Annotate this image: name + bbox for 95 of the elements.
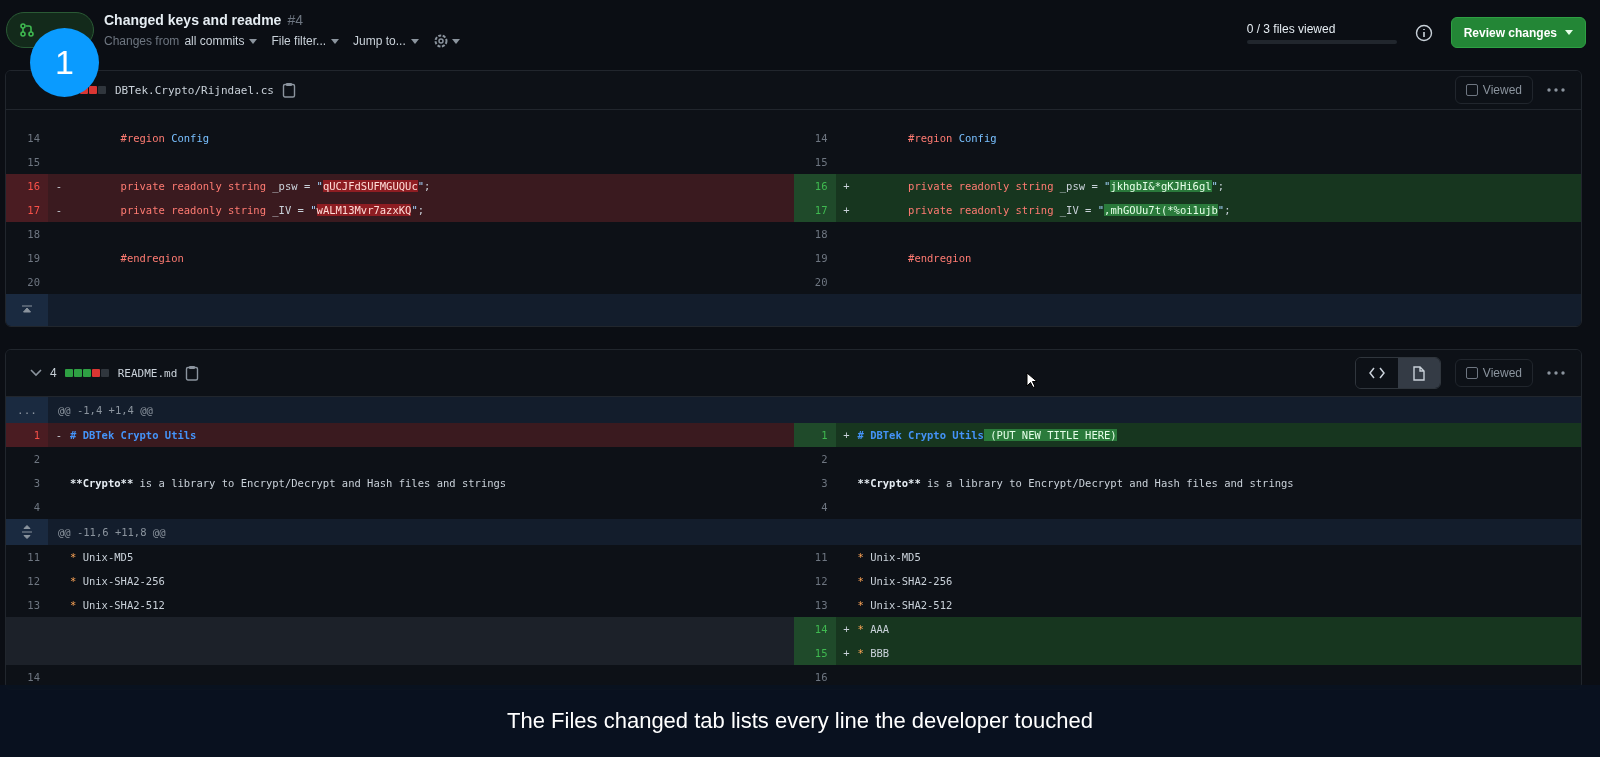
diff-marker: - (55, 180, 63, 192)
line-number: 3 (820, 476, 829, 491)
code-icon (1368, 367, 1385, 379)
code-line: #region Config (119, 132, 210, 144)
diffstat-icon (64, 369, 110, 377)
code-line: * Unix-SHA2-256 (857, 575, 953, 587)
file-filter-dropdown[interactable]: File filter... (271, 34, 340, 48)
line-number: 20 (26, 275, 41, 290)
code-line: * Unix-SHA2-512 (70, 599, 165, 611)
file-name[interactable]: DBTek.Crypto/Rijndael.cs (115, 83, 274, 97)
viewed-checkbox[interactable]: Viewed (1454, 359, 1533, 387)
code-line: private readonly string _IV = "wALM13Mvr7azxKQ"; (119, 204, 425, 216)
chevron-icon[interactable] (30, 369, 42, 377)
line-number: 15 (793, 641, 836, 665)
copy-icon[interactable] (281, 82, 296, 98)
line-number: 2 (820, 452, 829, 467)
line-number: 14 (813, 131, 829, 146)
code-line: **Crypto** is a library to Encrypt/Decrypt and Hash files and strings (70, 477, 507, 489)
line-number: 4 (820, 500, 829, 515)
line-number: 12 (813, 574, 829, 589)
line-number: 13 (26, 598, 41, 613)
merge-icon (19, 22, 35, 38)
line-number: 18 (813, 227, 829, 242)
line-number: 19 (813, 251, 829, 266)
line-number: 18 (26, 227, 41, 242)
line-number: 11 (26, 550, 41, 565)
code-line: * Unix-MD5 (70, 551, 134, 563)
line-number: 17 (793, 198, 836, 222)
viewed-checkbox[interactable]: Viewed (1454, 76, 1533, 104)
caret-icon (1565, 30, 1573, 35)
code-line: private readonly string _IV = ",mhGOUu7t(*%oi1ujb"; (907, 204, 1231, 216)
expand-icon[interactable] (21, 525, 33, 539)
code-line: # DBTek Crypto Utils (PUT NEW TITLE HERE) (857, 429, 1117, 441)
code-line: * Unix-SHA2-512 (857, 599, 953, 611)
code-line: * BBB (857, 647, 890, 659)
caret-icon (249, 38, 258, 44)
review-changes-button[interactable]: Review changes (1450, 17, 1586, 48)
code-line: #region Config (907, 132, 997, 144)
info-icon[interactable] (1414, 23, 1433, 42)
line-number: 2 (32, 452, 41, 467)
line-number: 16 (793, 174, 836, 198)
diff-marker: - (55, 204, 63, 216)
diff-marker: + (843, 647, 850, 659)
code-line: # DBTek Crypto Utils (70, 429, 197, 441)
line-number: 14 (26, 670, 41, 685)
hunk-header: @@ -11,6 +11,8 @@ (57, 526, 166, 538)
diff-marker: + (843, 623, 850, 635)
caret-icon (331, 38, 340, 44)
code-line: #endregion (119, 252, 184, 264)
cursor-icon (1026, 372, 1038, 389)
line-number: 14 (26, 131, 41, 146)
diff-marker: + (843, 204, 850, 216)
code-line: * Unix-SHA2-256 (70, 575, 165, 587)
line-number: 11 (813, 550, 829, 565)
line-number: 16 (6, 174, 48, 198)
line-number: 12 (26, 574, 41, 589)
line-number: 13 (813, 598, 829, 613)
hunk-header: @@ -1,4 +1,4 @@ (57, 404, 153, 416)
file-name[interactable]: README.md (117, 366, 178, 380)
code-line: * Unix-MD5 (857, 551, 921, 563)
line-number: 1 (6, 423, 48, 447)
code-line: * AAA (857, 623, 890, 635)
files-viewed-label: 0 / 3 files viewed (1246, 21, 1337, 36)
change-count: 4 (50, 366, 57, 380)
line-number: 17 (6, 198, 48, 222)
code-line: private readonly string _psw = "jkhgbI&*gKJHi6gl"; (907, 180, 1225, 192)
line-number: 15 (26, 155, 41, 170)
line-number: 16 (813, 670, 829, 685)
diff-marker: + (843, 429, 850, 441)
video-caption: The Files changed tab lists every line the developer touched (0, 685, 1600, 757)
file-icon (1412, 365, 1425, 381)
pr-number: #4 (287, 12, 303, 28)
caret-icon (451, 38, 460, 44)
pr-title: Changed keys and readme (104, 12, 282, 28)
line-number: 15 (813, 155, 829, 170)
changes-dropdown[interactable]: Changes from all commits (104, 34, 258, 48)
rich-view-button[interactable] (1397, 358, 1440, 388)
line-number: 14 (793, 617, 836, 641)
line-number: 3 (32, 476, 41, 491)
line-number: 20 (813, 275, 829, 290)
code-line: private readonly string _psw = "qUCJFdSUFMGUQUc"; (119, 180, 431, 192)
line-number: 19 (26, 251, 41, 266)
more-icon[interactable] (1547, 371, 1565, 375)
code-line: **Crypto** is a library to Encrypt/Decrypt and Hash files and strings (857, 477, 1294, 489)
more-icon[interactable] (1547, 88, 1565, 92)
caret-icon (410, 38, 419, 44)
settings-icon (432, 33, 449, 49)
diff-marker: - (55, 429, 63, 441)
diff-marker: + (843, 180, 850, 192)
settings-button[interactable] (432, 33, 460, 49)
code-line: #endregion (907, 252, 972, 264)
copy-icon[interactable] (185, 365, 200, 381)
jump-to-dropdown[interactable]: Jump to... (353, 34, 419, 48)
line-number: 1 (793, 423, 836, 447)
line-number: 4 (32, 500, 41, 515)
